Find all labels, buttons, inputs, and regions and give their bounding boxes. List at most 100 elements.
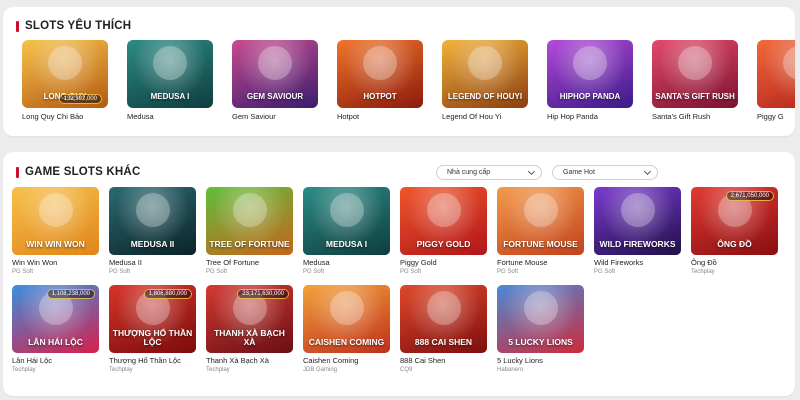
game-thumbnail[interactable]: 23,171,630,000THANH XÀ BẠCH XÀ (206, 285, 293, 353)
game-name: Ông Đồ (691, 258, 717, 267)
game-thumbnail[interactable]: 1,108,238,000LÂN HÁI LỘC (12, 285, 99, 353)
archer-icon (468, 46, 502, 81)
tree-icon (232, 193, 267, 228)
caishen-icon (426, 291, 461, 326)
game-name: Win Win Won (12, 258, 58, 267)
provider-filter-dropdown[interactable]: Nhà cung cấp (436, 165, 542, 180)
favorite-game-card[interactable]: LEGEND OF HOUYI Legend Of Hou Yi (442, 40, 528, 121)
favorite-game-card[interactable]: HIPHOP PANDA Hip Hop Panda (547, 40, 633, 121)
medusa-icon (135, 193, 170, 228)
game-name: Lân Hái Lộc (12, 356, 53, 365)
game-provider: CQ9 (400, 367, 413, 373)
favorite-game-card[interactable]: Piggy G (757, 40, 795, 121)
game-provider: JDB Gaming (303, 367, 338, 373)
favorite-slots-panel: SLOTS YÊU THÍCH 132,392,000LONG QUY Long … (3, 7, 795, 136)
mouse-icon (523, 193, 558, 228)
game-provider: PG Soft (400, 269, 422, 275)
game-thumbnail[interactable]: 2,671,050,000ÔNG ĐỒ (691, 187, 778, 255)
game-thumbnail[interactable]: LEGEND OF HOUYI (442, 40, 528, 108)
caishen-icon (329, 291, 364, 326)
heading-accent-bar (16, 20, 19, 32)
game-provider: Techplay (109, 367, 133, 373)
game-name: Piggy Gold (400, 258, 437, 267)
chevron-down-icon (527, 167, 536, 176)
game-card[interactable]: 5 LUCKY LIONS 5 Lucky Lions Habanero (497, 285, 584, 373)
game-thumbnail[interactable]: SANTA'S GIFT RUSH (652, 40, 738, 108)
game-card[interactable]: 23,171,630,000THANH XÀ BẠCH XÀ Thanh Xà B… (206, 285, 293, 373)
favorite-slots-title: SLOTS YÊU THÍCH (25, 20, 132, 32)
game-name: 5 Lucky Lions (497, 356, 543, 365)
game-provider: PG Soft (12, 269, 34, 275)
game-card[interactable]: TREE OF FORTUNE Tree Of Fortune PG Soft (206, 187, 293, 275)
game-card[interactable]: 2,671,050,000ÔNG ĐỒ Ông Đồ Techplay (691, 187, 778, 275)
game-name: Thanh Xà Bạch Xà (206, 356, 269, 365)
game-provider: PG Soft (206, 269, 228, 275)
game-thumbnail[interactable] (757, 40, 795, 108)
game-card[interactable]: MEDUSA II Medusa II PG Soft (109, 187, 196, 275)
game-thumbnail[interactable]: 888 CAI SHEN (400, 285, 487, 353)
game-thumbnail[interactable]: HOTPOT (337, 40, 423, 108)
favorite-game-card[interactable]: 132,392,000LONG QUY Long Quy Chi Bảo (22, 40, 108, 121)
game-name: Medusa II (109, 258, 142, 267)
game-thumbnail[interactable]: WIN WIN WON (12, 187, 99, 255)
game-card[interactable]: FORTUNE MOUSE Fortune Mouse PG Soft (497, 187, 584, 275)
favorite-game-card[interactable]: MEDUSA I Medusa (127, 40, 213, 121)
game-name: Piggy G (757, 112, 784, 121)
game-provider: Techplay (206, 367, 230, 373)
favorite-game-card[interactable]: HOTPOT Hotpot (337, 40, 423, 121)
game-thumbnail[interactable]: TREE OF FORTUNE (206, 187, 293, 255)
jackpot-badge: 23,171,630,000 (237, 289, 289, 299)
medusa-icon (329, 193, 364, 228)
game-name: Caishen Coming (303, 356, 359, 365)
game-card[interactable]: PIGGY GOLD Piggy Gold PG Soft (400, 187, 487, 275)
game-name: Wild Fireworks (594, 258, 644, 267)
game-card[interactable]: WILD FIREWORKS Wild Fireworks PG Soft (594, 187, 681, 275)
game-thumbnail[interactable]: PIGGY GOLD (400, 187, 487, 255)
game-name: Hotpot (337, 112, 360, 121)
game-card[interactable]: CAISHEN COMING Caishen Coming JDB Gaming (303, 285, 390, 373)
game-name: Tree Of Fortune (206, 258, 260, 267)
game-name: Medusa (303, 258, 330, 267)
favorite-game-card[interactable]: SANTA'S GIFT RUSH Santa's Gift Rush (652, 40, 738, 121)
game-provider: PG Soft (594, 269, 616, 275)
filter-bar: Nhà cung cấp Game Hot (436, 165, 658, 180)
jackpot-badge: 132,392,000 (58, 94, 102, 104)
game-thumbnail[interactable]: MEDUSA I (303, 187, 390, 255)
game-thumbnail[interactable]: 1,806,880,000THƯỢNG HỔ THẦN LỘC (109, 285, 196, 353)
game-thumbnail[interactable]: WILD FIREWORKS (594, 187, 681, 255)
lion-icon (523, 291, 558, 326)
game-card[interactable]: 1,806,880,000THƯỢNG HỔ THẦN LỘC Thượng Hổ… (109, 285, 196, 373)
game-card[interactable]: 1,108,238,000LÂN HÁI LỘC Lân Hái Lộc Techp… (12, 285, 99, 373)
game-thumbnail[interactable]: 5 LUCKY LIONS (497, 285, 584, 353)
game-thumbnail[interactable]: HIPHOP PANDA (547, 40, 633, 108)
heading-accent-bar (16, 166, 19, 178)
game-thumbnail[interactable]: GEM SAVIOUR (232, 40, 318, 108)
game-thumbnail[interactable]: CAISHEN COMING (303, 285, 390, 353)
jackpot-badge: 1,806,880,000 (143, 289, 192, 299)
game-thumbnail[interactable]: MEDUSA I (127, 40, 213, 108)
other-slots-panel: GAME SLOTS KHÁC Nhà cung cấp Game Hot WI… (3, 152, 795, 396)
provider-filter-label: Nhà cung cấp (447, 169, 491, 176)
game-card[interactable]: WIN WIN WON Win Win Won PG Soft (12, 187, 99, 275)
game-thumbnail[interactable]: FORTUNE MOUSE (497, 187, 584, 255)
chevron-down-icon (643, 167, 652, 176)
sort-filter-dropdown[interactable]: Game Hot (552, 165, 658, 180)
dragon-turtle-icon (48, 46, 82, 81)
favorite-slots-heading: SLOTS YÊU THÍCH (16, 20, 131, 32)
game-name: Thượng Hổ Thần Lộc (109, 356, 181, 365)
hero-icon (258, 46, 292, 81)
game-provider: Habanero (497, 367, 524, 373)
medusa-icon (153, 46, 187, 81)
game-thumbnail[interactable]: MEDUSA II (109, 187, 196, 255)
game-card[interactable]: 888 CAI SHEN 888 Cai Shen CQ9 (400, 285, 487, 373)
other-slots-title: GAME SLOTS KHÁC (25, 166, 141, 178)
santa-icon (678, 46, 712, 81)
game-thumbnail[interactable]: 132,392,000LONG QUY (22, 40, 108, 108)
game-card[interactable]: MEDUSA I Medusa PG Soft (303, 187, 390, 275)
favorite-game-card[interactable]: GEM SAVIOUR Gem Saviour (232, 40, 318, 121)
game-name: 888 Cai Shen (400, 356, 446, 365)
game-name: Fortune Mouse (497, 258, 548, 267)
panda-icon (573, 46, 607, 81)
game-provider: PG Soft (303, 269, 325, 275)
jackpot-badge: 2,671,050,000 (725, 191, 774, 201)
